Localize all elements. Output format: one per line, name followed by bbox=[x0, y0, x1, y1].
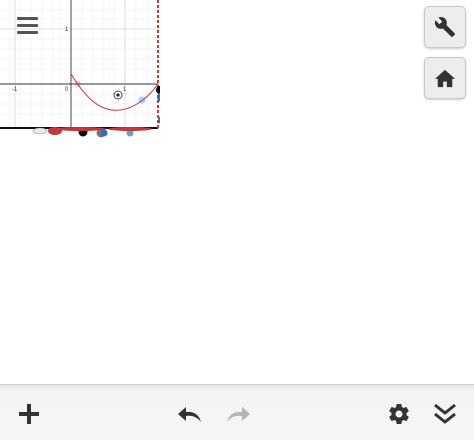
x-tick-label-one: 1 bbox=[123, 87, 127, 93]
y-tick-label-one: 1 bbox=[65, 27, 69, 33]
edge-mark-red-bottom bbox=[54, 127, 106, 131]
graphing-calculator-app: -1 0 1 1 bbox=[0, 0, 474, 440]
add-item-button[interactable] bbox=[14, 399, 44, 429]
edge-mark-white bbox=[32, 127, 48, 135]
parabola-curve[interactable] bbox=[70, 73, 159, 111]
plus-icon bbox=[19, 404, 39, 424]
wrench-icon bbox=[434, 17, 456, 38]
curve-point-blue[interactable] bbox=[138, 96, 146, 104]
edge-point-blue-3[interactable] bbox=[100, 129, 108, 137]
redo-icon bbox=[227, 407, 250, 422]
undo-icon bbox=[178, 407, 201, 422]
menu-button[interactable] bbox=[12, 12, 42, 40]
curve-point-red[interactable] bbox=[75, 81, 81, 87]
double-chevron-down-icon bbox=[434, 403, 456, 424]
bottom-toolbar bbox=[0, 384, 474, 440]
collapse-button[interactable] bbox=[430, 399, 460, 429]
graph-settings-button[interactable] bbox=[424, 6, 466, 48]
gear-icon bbox=[389, 404, 409, 425]
x-tick-label-zero: 0 bbox=[65, 87, 69, 93]
home-icon bbox=[435, 69, 455, 88]
settings-button[interactable] bbox=[384, 399, 414, 429]
redo-button[interactable] bbox=[222, 399, 252, 429]
undo-button[interactable] bbox=[176, 399, 206, 429]
zoom-default-button[interactable] bbox=[424, 57, 466, 99]
vertex-point-center bbox=[116, 93, 120, 97]
edge-mark-red-bottom-2 bbox=[108, 127, 152, 131]
x-tick-label-neg1: -1 bbox=[12, 87, 18, 93]
